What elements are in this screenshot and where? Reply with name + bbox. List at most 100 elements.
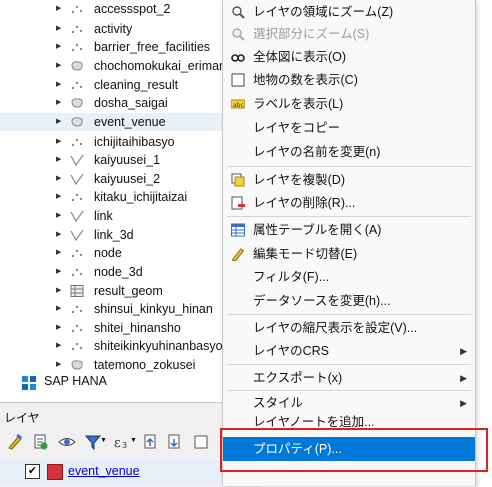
tree-item-label: shiteikinkyuhinanbasyo [94,339,223,353]
expand-arrow-icon[interactable]: ▶ [56,113,64,131]
menu-item-show-feature-count[interactable]: 地物の数を表示(C) [223,68,475,92]
point-layer-icon [71,305,83,314]
menu-separator [227,364,471,365]
zoom-selection-icon [232,28,245,41]
point-layer-icon [71,324,83,333]
submenu-arrow-icon: ▶ [460,346,467,356]
table-icon [231,223,245,237]
duplicate-icon [231,173,245,187]
expand-arrow-icon[interactable]: ▶ [56,356,64,374]
expand-arrow-icon[interactable]: ▶ [56,300,64,318]
tree-item-label: shitei_hinansho [94,321,181,335]
overview-icon [231,54,245,62]
style-brush-icon[interactable] [6,433,24,451]
layer-name[interactable]: event_venue [68,464,140,478]
point-layer-icon [71,249,83,258]
menu-item-label: レイヤの領域にズーム(Z) [253,5,394,19]
menu-item-zoom-to-selection[interactable]: 選択部分にズーム(S) [223,22,475,46]
expand-arrow-icon[interactable]: ▶ [56,282,64,300]
menu-item-change-data-source[interactable]: データソースを変更(h)... [223,289,475,313]
menu-item-remove-layer[interactable]: レイヤの削除(R)... [223,191,475,215]
table-layer-icon [70,285,84,297]
expand-arrow-icon[interactable]: ▶ [56,76,64,94]
menu-item-rename-layer[interactable]: レイヤの名前を変更(n) [223,140,475,164]
expression-filter-icon[interactable]: ε3 [112,433,130,451]
submenu-arrow-icon: ▶ [460,398,467,408]
layer-visibility-checkbox[interactable]: ✔ [25,464,40,479]
expand-arrow-icon[interactable]: ▶ [56,151,64,169]
expand-arrow-icon[interactable]: ▶ [56,133,64,151]
tree-item-label: tatemono_zokusei [94,358,196,372]
menu-item-toggle-editing[interactable]: 編集モード切替(E) [223,242,475,266]
database-icon [22,376,36,390]
menu-item-filter[interactable]: フィルタ(F)... [223,265,475,289]
label-icon: abc [231,99,245,109]
zoom-layer-icon [232,6,245,19]
menu-item-style[interactable]: スタイル ▶ [223,391,475,415]
menu-item-label: ラベルを表示(L) [253,97,344,111]
menu-item-show-in-overview[interactable]: 全体図に表示(O) [223,45,475,69]
tree-item-label: ichijitaihibasyo [94,135,175,149]
menu-separator [227,166,471,167]
point-layer-icon [71,5,83,14]
menu-item-label: フィルタ(F)... [253,270,330,284]
menu-item-label: レイヤの縮尺表示を設定(V)... [253,321,418,335]
menu-item-label: レイヤのCRS [253,344,330,358]
remove-layer-icon[interactable] [192,433,210,451]
menu-item-label: 選択部分にズーム(S) [253,27,370,41]
polygon-layer-icon [71,98,83,108]
polygon-layer-icon [71,117,83,127]
browser-tree: ▶ accessspot_2 ▶ activity ▶ barrier_free… [0,0,230,402]
menu-separator [227,314,471,315]
expand-arrow-icon[interactable]: ▶ [56,188,64,206]
polygon-layer-icon [71,61,83,71]
expand-arrow-icon[interactable]: ▶ [56,337,64,355]
tree-item-label: barrier_free_facilities [94,40,211,54]
expand-arrow-icon[interactable]: ▶ [56,207,64,225]
expand-arrow-icon[interactable]: ▶ [56,94,64,112]
point-layer-icon [71,193,83,202]
expand-arrow-icon[interactable]: ▶ [56,57,64,75]
expand-all-icon[interactable] [142,433,160,451]
expand-arrow-icon[interactable]: ▶ [56,170,64,188]
expression-dropdown-icon[interactable]: ▼ [130,437,137,444]
filter-dropdown-icon[interactable]: ▼ [100,437,107,444]
menu-item-export[interactable]: エクスポート(x) ▶ [223,366,475,390]
expand-arrow-icon[interactable]: ▶ [56,263,64,281]
menu-item-label: エクスポート(x) [253,371,343,385]
menu-item-label: 編集モード切替(E) [253,247,358,261]
expand-arrow-icon[interactable]: ▶ [56,20,64,38]
tree-item-label: node [94,246,122,260]
menu-item-label: 全体図に表示(O) [253,50,347,64]
expand-arrow-icon[interactable]: ▶ [56,38,64,56]
tree-item-label: shinsui_kinkyu_hinan [94,302,213,316]
line-layer-icon [70,173,84,185]
collapse-all-icon[interactable] [166,433,184,451]
menu-item-show-labels[interactable]: abc ラベルを表示(L) [223,92,475,116]
menu-item-label: レイヤを複製(D) [253,173,345,187]
checkbox-icon [231,73,245,87]
tree-item-label: kitaku_ichijitaizai [94,190,188,204]
menu-item-duplicate-layer[interactable]: レイヤを複製(D) [223,168,475,192]
tree-item-label: SAP HANA [44,374,107,388]
menu-item-open-attribute-table[interactable]: 属性テーブルを開く(A) [223,218,475,242]
expand-arrow-icon[interactable]: ▶ [56,0,64,18]
point-layer-icon [71,138,83,147]
menu-item-layer-crs[interactable]: レイヤのCRS ▶ [223,339,475,363]
tree-item-label: kaiyuusei_1 [94,153,161,167]
expand-arrow-icon[interactable]: ▶ [56,244,64,262]
menu-item-copy-layer[interactable]: レイヤをコピー [223,116,475,140]
polygon-layer-icon [71,360,83,370]
tree-item-label: dosha_saigai [94,96,168,110]
pencil-icon [231,248,245,261]
tree-item-label: cleaning_result [94,78,179,92]
expand-arrow-icon[interactable]: ▶ [56,226,64,244]
expand-arrow-icon[interactable]: ▶ [56,319,64,337]
menu-item-set-scale-visibility[interactable]: レイヤの縮尺表示を設定(V)... [223,316,475,340]
menu-item-zoom-to-layer[interactable]: レイヤの領域にズーム(Z) [223,0,475,24]
add-group-icon[interactable] [32,433,50,451]
tree-item-selected[interactable]: ▶ event_venue [0,113,230,131]
visibility-eye-icon[interactable] [58,433,76,451]
tree-item-label: link [94,209,113,223]
layer-symbol-swatch[interactable] [47,464,63,480]
